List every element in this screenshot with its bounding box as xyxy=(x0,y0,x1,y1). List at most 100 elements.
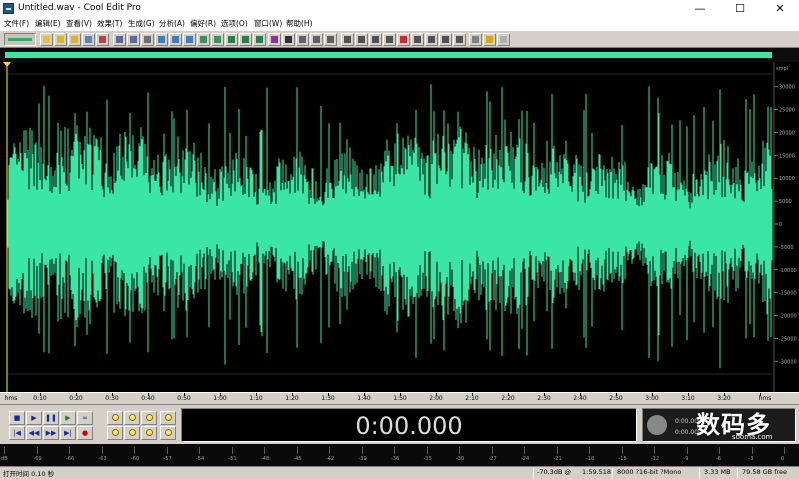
zoom-out-horizontal-button[interactable] xyxy=(124,411,140,425)
maximize-button[interactable]: ☐ xyxy=(723,0,757,17)
open-file-button[interactable] xyxy=(54,33,67,46)
meter-label: dB xyxy=(1,456,8,462)
zoom-vertical-icon xyxy=(165,414,172,421)
zoom-left-edge-button[interactable] xyxy=(124,426,140,440)
time-label: 0:20 xyxy=(69,395,83,402)
menu-options[interactable]: 选项(O) xyxy=(221,18,248,29)
envelope-button[interactable] xyxy=(268,33,281,46)
mix-paste-button[interactable] xyxy=(183,33,196,46)
spectral-view-button[interactable] xyxy=(253,33,266,46)
zoom-in-vertical-button[interactable] xyxy=(160,411,176,425)
cue-list-button[interactable] xyxy=(397,33,410,46)
go-to-start-button[interactable]: |◀ xyxy=(9,426,25,440)
toolbar xyxy=(0,30,799,48)
menu-effects[interactable]: 效果(T) xyxy=(97,18,122,29)
preferences-button[interactable] xyxy=(483,33,496,46)
zoom-out-vertical-button[interactable] xyxy=(160,426,176,440)
meter-tick xyxy=(751,447,753,454)
view-tracks-button[interactable] xyxy=(383,33,396,46)
meter-label: -42 xyxy=(326,456,335,462)
marquee-button[interactable] xyxy=(296,33,309,46)
time-tick xyxy=(436,393,437,396)
time-label: 2:00 xyxy=(429,395,443,402)
scripts-button[interactable] xyxy=(439,33,452,46)
overview-bar[interactable] xyxy=(0,48,799,62)
redo-button[interactable] xyxy=(127,33,140,46)
time-tick xyxy=(112,393,113,396)
meter-label: -21 xyxy=(553,456,562,462)
menu-window[interactable]: 窗口(W) xyxy=(254,18,282,29)
view-waveform-button[interactable] xyxy=(341,33,354,46)
pause-button[interactable]: ❚❚ xyxy=(43,411,59,425)
zoom-to-selection-button[interactable] xyxy=(107,426,123,440)
menu-view[interactable]: 查看(V) xyxy=(66,18,92,29)
waveform-svg[interactable]: smpl 30000 25000 20000 15000 10000 5000 0 -5000… xyxy=(0,62,799,392)
settings-button[interactable] xyxy=(469,33,482,46)
minimize-button[interactable]: — xyxy=(683,0,717,17)
save-as-button[interactable] xyxy=(82,33,95,46)
menu-analyze[interactable]: 分析(A) xyxy=(159,18,185,29)
save-file-button[interactable] xyxy=(68,33,81,46)
zoom-right-edge-button[interactable] xyxy=(141,426,157,440)
multitrack-toggle-button[interactable] xyxy=(4,33,36,46)
stop-button[interactable]: ■ xyxy=(9,411,25,425)
start-marker-icon xyxy=(3,62,11,67)
meter-label: -6 xyxy=(716,456,721,462)
meter-tick xyxy=(394,447,395,454)
new-file-button[interactable] xyxy=(40,33,53,46)
amplitude-label: -20000 xyxy=(779,314,797,320)
trim-button[interactable] xyxy=(197,33,210,46)
record-button[interactable]: ● xyxy=(77,426,93,440)
go-to-end-button[interactable]: ▶| xyxy=(60,426,76,440)
loop-play-button[interactable]: ∞ xyxy=(77,411,93,425)
time-tick xyxy=(580,393,581,396)
play-button[interactable]: ▶ xyxy=(26,411,42,425)
rewind-button[interactable]: ◀◀ xyxy=(26,426,42,440)
help-button[interactable] xyxy=(497,33,510,46)
transport-panel: ■ ▶ ❚❚ ▶ ∞ |◀ ◀◀ ▶▶ ▶| ● 0:00.000 0:00.0… xyxy=(0,404,799,444)
close-file-button[interactable] xyxy=(96,33,109,46)
meter-tick xyxy=(784,447,785,454)
waveform-display[interactable]: smpl 30000 25000 20000 15000 10000 5000 0 -5000… xyxy=(0,62,799,392)
close-button[interactable]: ✕ xyxy=(763,0,797,17)
menu-file[interactable]: 文件(F) xyxy=(4,18,29,29)
batch-button[interactable] xyxy=(425,33,438,46)
view-info-button[interactable] xyxy=(369,33,382,46)
meter-tick xyxy=(231,447,233,454)
copy-button[interactable] xyxy=(155,33,168,46)
zoom-full-button[interactable] xyxy=(141,411,157,425)
menu-help[interactable]: 帮助(H) xyxy=(286,18,313,29)
zoom-out-icon xyxy=(129,414,136,421)
zoom-in-horizontal-button[interactable] xyxy=(107,411,123,425)
meter-label: -24 xyxy=(521,456,530,462)
waveform-trace xyxy=(7,84,773,369)
amplitude-unit-label: smpl xyxy=(776,66,788,72)
playlist-button[interactable] xyxy=(411,33,424,46)
cd-button[interactable] xyxy=(453,33,466,46)
snap-button[interactable] xyxy=(211,33,224,46)
play-to-end-button[interactable]: ▶ xyxy=(60,411,76,425)
cut-button[interactable] xyxy=(141,33,154,46)
region-button[interactable] xyxy=(239,33,252,46)
menu-edit[interactable]: 编辑(E) xyxy=(35,18,61,29)
fast-forward-button[interactable]: ▶▶ xyxy=(43,426,59,440)
grid-button[interactable] xyxy=(324,33,337,46)
meter-tick xyxy=(101,447,103,454)
undo-button[interactable] xyxy=(113,33,126,46)
paste-button[interactable] xyxy=(169,33,182,46)
menu-generate[interactable]: 生成(G) xyxy=(128,18,155,29)
app-icon[interactable] xyxy=(3,3,14,14)
menu-preferences[interactable]: 偏好(R) xyxy=(190,18,216,29)
meter-tick xyxy=(719,447,720,454)
time-label: 1:10 xyxy=(249,395,263,402)
loop-button[interactable] xyxy=(310,33,323,46)
time-label: 3:00 xyxy=(645,395,659,402)
window-title: Untitled.wav - Cool Edit Pro xyxy=(18,3,141,13)
marker-button[interactable] xyxy=(225,33,238,46)
meter-label: -9 xyxy=(683,456,689,462)
current-time: 0:00.000 xyxy=(355,412,463,440)
overview-visible-range[interactable] xyxy=(5,52,772,58)
time-ruler[interactable]: hms 0:10 0:20 0:30 0:40 0:50 1:00 1:10 1… xyxy=(0,392,799,404)
time-select-button[interactable] xyxy=(282,33,295,46)
view-spectral-button[interactable] xyxy=(355,33,368,46)
